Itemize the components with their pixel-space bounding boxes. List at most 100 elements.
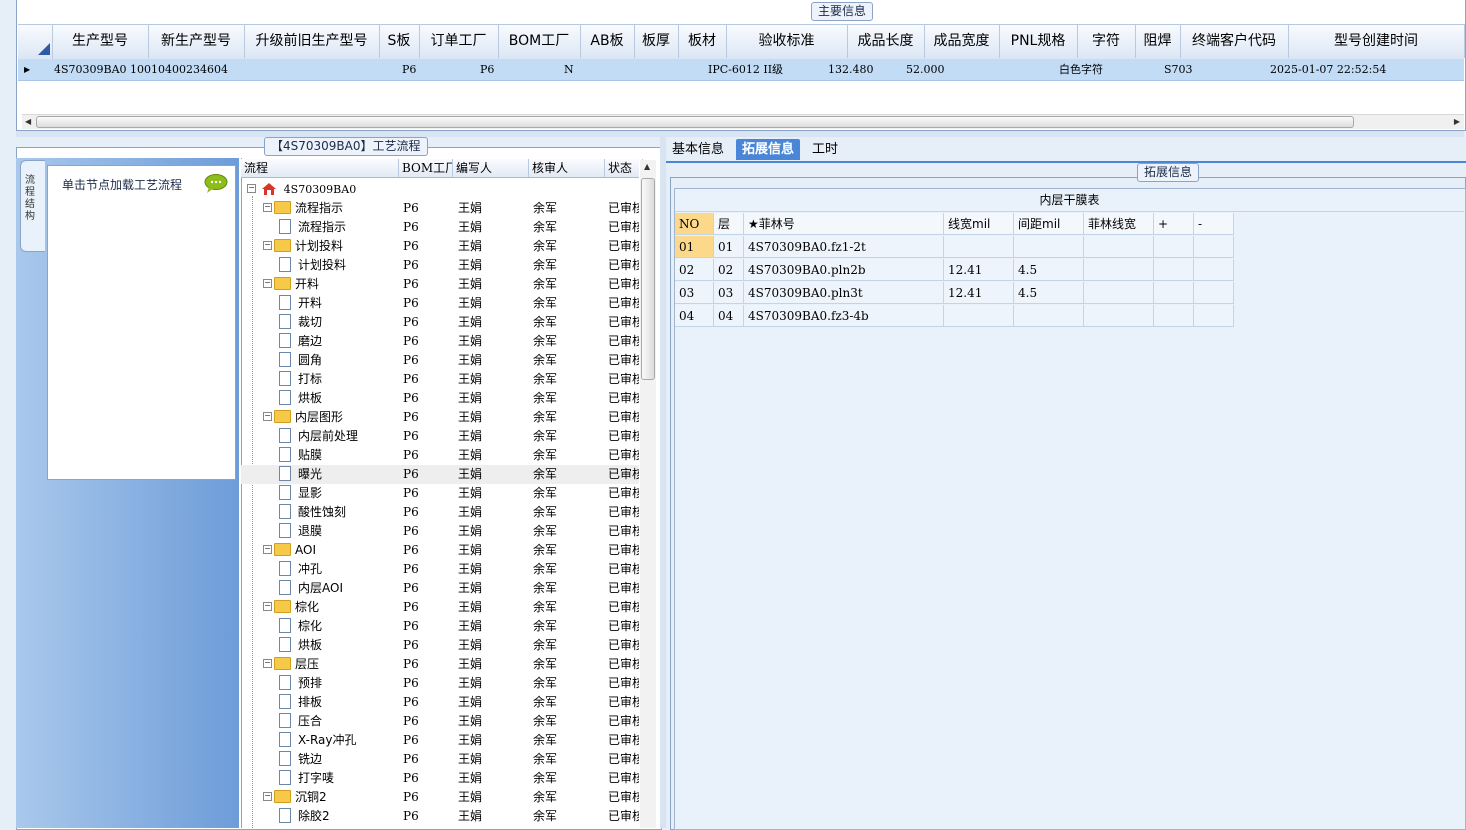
ext-cell-film-line-width[interactable] (1084, 282, 1154, 304)
ext-cell-layer[interactable]: 04 (714, 305, 744, 327)
scrollbar-thumb[interactable] (36, 116, 1354, 128)
scroll-right-icon[interactable]: ▶ (1454, 115, 1460, 129)
ext-cell-layer[interactable]: 03 (714, 282, 744, 304)
ext-cell-film-no[interactable]: 4S70309BA0.fz3-4b (744, 305, 944, 327)
tree-row[interactable]: 冲孔 P6 王娟 余军 已审核 (241, 560, 639, 579)
tree-row[interactable]: 退膜 P6 王娟 余军 已审核 (241, 522, 639, 541)
ext-cell-film-line-width[interactable] (1084, 236, 1154, 258)
col-customer-code[interactable]: 终端客户代码 (1180, 24, 1289, 58)
collapse-icon[interactable]: − (263, 602, 272, 611)
col-order-factory[interactable]: 订单工厂 (419, 24, 499, 58)
ext-col-line-width[interactable]: 线宽mil (944, 213, 1014, 235)
ext-cell-no[interactable]: 03 (675, 282, 714, 304)
collapse-icon[interactable]: − (263, 241, 272, 250)
horizontal-scrollbar[interactable]: ◀ ▶ (22, 114, 1464, 129)
tree-row[interactable]: 磨边 P6 王娟 余军 已审核 (241, 332, 639, 351)
scroll-left-icon[interactable]: ◀ (25, 115, 31, 129)
tree-row[interactable]: 内层AOI P6 王娟 余军 已审核 (241, 579, 639, 598)
tree-row[interactable]: − AOI P6 王娟 余军 已审核 (241, 541, 639, 560)
col-old-model[interactable]: 升级前旧生产型号 (244, 24, 380, 58)
tree-row[interactable]: − 流程指示 P6 王娟 余军 已审核 (241, 199, 639, 218)
tree-row[interactable]: − 开料 P6 王娟 余军 已审核 (241, 275, 639, 294)
cell-created-time[interactable]: 2025-01-07 22:52:54 (1268, 59, 1386, 80)
tree-row[interactable]: 显影 P6 王娟 余军 已审核 (241, 484, 639, 503)
ext-cell-remove[interactable] (1194, 236, 1234, 258)
col-silkscreen[interactable]: 字符 (1077, 24, 1136, 58)
ext-cell-film-no[interactable]: 4S70309BA0.pln3t (744, 282, 944, 304)
tree-col-reviewer[interactable]: 核审人 (529, 159, 605, 177)
ext-col-film-no[interactable]: ★菲林号 (744, 213, 944, 235)
tree-col-status[interactable]: 状态 (605, 159, 643, 177)
ext-cell-line-width[interactable]: 12.41 (944, 282, 1014, 304)
ext-cell-remove[interactable] (1194, 305, 1234, 327)
ext-cell-film-no[interactable]: 4S70309BA0.fz1-2t (744, 236, 944, 258)
tree-col-bom[interactable]: BOM工厂 (399, 159, 453, 177)
cell-acceptance[interactable]: IPC-6012 II级 (706, 59, 783, 80)
tree-col-flow[interactable]: 流程 (241, 159, 399, 177)
ext-cell-line-width[interactable]: 12.41 (944, 259, 1014, 281)
tree-row[interactable]: 贴膜 P6 王娟 余军 已审核 (241, 446, 639, 465)
tab-basic-info[interactable]: 基本信息 (666, 139, 730, 160)
collapse-icon[interactable]: − (263, 412, 272, 421)
col-acceptance[interactable]: 验收标准 (726, 24, 848, 58)
tree-row[interactable]: 酸性蚀刻 P6 王娟 余军 已审核 (241, 503, 639, 522)
tab-extended-info[interactable]: 拓展信息 (736, 139, 801, 160)
tree-row[interactable]: − 内层图形 P6 王娟 余军 已审核 (241, 408, 639, 427)
cell-order-factory[interactable]: P6 (400, 59, 416, 80)
ext-cell-no[interactable]: 02 (675, 259, 714, 281)
tree-row[interactable]: 打字唛 P6 王娟 余军 已审核 (241, 769, 639, 788)
col-s-board[interactable]: S板 (379, 24, 420, 58)
ext-col-no[interactable]: NO (675, 213, 714, 235)
col-length[interactable]: 成品长度 (847, 24, 925, 58)
tree-row[interactable]: 圆角 P6 王娟 余军 已审核 (241, 351, 639, 370)
ext-col-film-line-width[interactable]: 菲林线宽 (1084, 213, 1154, 235)
collapse-icon[interactable]: − (263, 279, 272, 288)
col-solder-mask[interactable]: 阻焊 (1135, 24, 1181, 58)
tree-root-row[interactable]: − 4S70309BA0 (241, 180, 639, 199)
tree-row[interactable]: 除胶2 P6 王娟 余军 已审核 (241, 807, 639, 826)
col-pnl[interactable]: PNL规格 (999, 24, 1078, 58)
ext-cell-no[interactable]: 04 (675, 305, 714, 327)
ext-cell-spacing[interactable]: 4.5 (1014, 259, 1084, 281)
cell-customer-code[interactable]: S703 (1162, 59, 1193, 80)
cell-silkscreen[interactable]: 白色字符 (1057, 59, 1103, 80)
col-bom-factory[interactable]: BOM工厂 (498, 24, 581, 58)
tree-row[interactable]: X-Ray冲孔 P6 王娟 余军 已审核 (241, 731, 639, 750)
tree-row[interactable]: 棕化 P6 王娟 余军 已审核 (241, 617, 639, 636)
ext-cell-line-width[interactable] (944, 236, 1014, 258)
collapse-icon[interactable]: − (263, 792, 272, 801)
ext-cell-film-line-width[interactable] (1084, 259, 1154, 281)
ext-cell-film-line-width[interactable] (1084, 305, 1154, 327)
col-ab-board[interactable]: AB板 (580, 24, 635, 58)
cell-model[interactable]: 4S70309BA0 (52, 59, 127, 80)
cell-solder-mask[interactable] (1135, 59, 1137, 80)
collapse-icon[interactable]: − (263, 659, 272, 668)
ext-cell-layer[interactable]: 02 (714, 259, 744, 281)
vertical-scrollbar[interactable]: ▲ (640, 160, 656, 828)
cell-length[interactable]: 132.480 (826, 59, 874, 80)
cell-width[interactable]: 52.000 (904, 59, 945, 80)
cell-s-board[interactable] (379, 59, 381, 80)
tree-row[interactable]: − 棕化 P6 王娟 余军 已审核 (241, 598, 639, 617)
ext-cell-spacing[interactable]: 4.5 (1014, 282, 1084, 304)
tree-row[interactable]: − 计划投料 P6 王娟 余军 已审核 (241, 237, 639, 256)
cell-material[interactable] (678, 59, 680, 80)
ext-cell-add[interactable] (1154, 282, 1194, 304)
collapse-icon[interactable]: − (263, 203, 272, 212)
ext-cell-add[interactable] (1154, 305, 1194, 327)
ext-cell-add[interactable] (1154, 236, 1194, 258)
col-material[interactable]: 板材 (678, 24, 727, 58)
ext-cell-no[interactable]: 01 (675, 236, 714, 258)
cell-new-model[interactable]: 10010400234604 (128, 59, 228, 80)
tree-row[interactable]: 烘板 P6 王娟 余军 已审核 (241, 636, 639, 655)
tree-row[interactable]: 排板 P6 王娟 余军 已审核 (241, 693, 639, 712)
tree-row[interactable]: 铣边 P6 王娟 余军 已审核 (241, 750, 639, 769)
scroll-up-icon[interactable]: ▲ (644, 160, 650, 174)
col-new-model[interactable]: 新生产型号 (148, 24, 245, 58)
collapse-icon[interactable]: − (247, 184, 256, 193)
tree-row[interactable]: 内层前处理 P6 王娟 余军 已审核 (241, 427, 639, 446)
ext-cell-spacing[interactable] (1014, 236, 1084, 258)
ext-cell-add[interactable] (1154, 259, 1194, 281)
ext-col-add[interactable]: + (1154, 213, 1194, 235)
collapse-icon[interactable]: − (263, 545, 272, 554)
